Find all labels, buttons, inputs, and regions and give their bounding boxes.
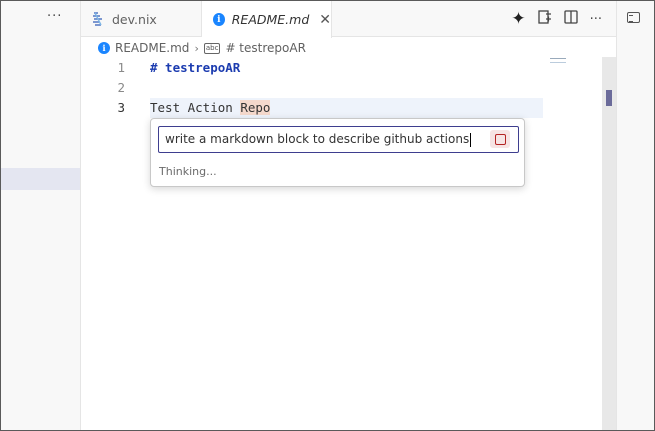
split-editor-icon[interactable] — [563, 10, 578, 28]
line-text: Test Action Repo — [150, 98, 271, 118]
line-number: 1 — [117, 60, 125, 75]
chat-status: Thinking... — [159, 165, 217, 178]
info-icon: i — [213, 13, 225, 26]
text-caret — [470, 132, 472, 147]
editor-line: 1 # testrepoAR — [81, 58, 543, 78]
sidebar-selected-item[interactable] — [1, 168, 80, 190]
stop-icon — [494, 133, 506, 145]
line-text-plain: Test Action — [150, 100, 241, 115]
tab-label: dev.nix — [112, 11, 157, 27]
info-icon: i — [98, 42, 110, 54]
line-number: 2 — [117, 80, 125, 95]
chat-input-text: write a markdown block to describe githu… — [165, 132, 470, 146]
tab-bar: dev.nix i README.md ✕ ✦ ··· — [81, 1, 616, 38]
vertical-scrollbar[interactable] — [602, 57, 616, 430]
editor-line: 3 Test Action Repo — [81, 98, 543, 118]
chat-input[interactable]: write a markdown block to describe githu… — [158, 126, 519, 153]
chevron-right-icon: › — [194, 41, 199, 55]
breadcrumb-symbol[interactable]: # testrepoAR — [225, 41, 305, 55]
sparkle-icon[interactable]: ✦ — [511, 9, 525, 29]
editor-line: 2 — [81, 78, 543, 98]
editor[interactable]: 1 # testrepoAR 2 3 Test Action Repo — [81, 57, 602, 430]
tab-label: README.md — [231, 12, 310, 27]
more-icon[interactable]: ··· — [590, 12, 602, 27]
line-number: 3 — [117, 100, 125, 115]
close-icon[interactable]: ✕ — [319, 12, 331, 28]
tab-readme-md[interactable]: i README.md ✕ — [202, 1, 332, 38]
window: ··· dev.nix i README.md ✕ ✦ ··· i README… — [0, 0, 655, 431]
secondary-panel-strip — [616, 1, 654, 430]
highlighted-word: Repo — [240, 100, 271, 115]
editor-actions: ✦ ··· — [511, 1, 616, 37]
breadcrumb-file[interactable]: README.md — [115, 41, 189, 55]
scrollbar-thumb[interactable] — [606, 90, 612, 106]
inline-chat-widget: write a markdown block to describe githu… — [150, 118, 525, 187]
line-text: # testrepoAR — [150, 60, 241, 75]
stop-button[interactable] — [490, 130, 510, 148]
breadcrumb: i README.md › abc # testrepoAR — [98, 39, 306, 57]
panel-icon[interactable] — [627, 12, 640, 23]
diff-icon[interactable] — [537, 10, 552, 28]
sidebar: ··· — [1, 1, 81, 430]
minimap[interactable] — [550, 58, 566, 63]
nix-file-icon — [92, 12, 104, 26]
symbol-string-icon: abc — [203, 42, 221, 54]
tab-dev-nix[interactable]: dev.nix — [81, 1, 202, 37]
sidebar-more-icon[interactable]: ··· — [47, 9, 62, 24]
